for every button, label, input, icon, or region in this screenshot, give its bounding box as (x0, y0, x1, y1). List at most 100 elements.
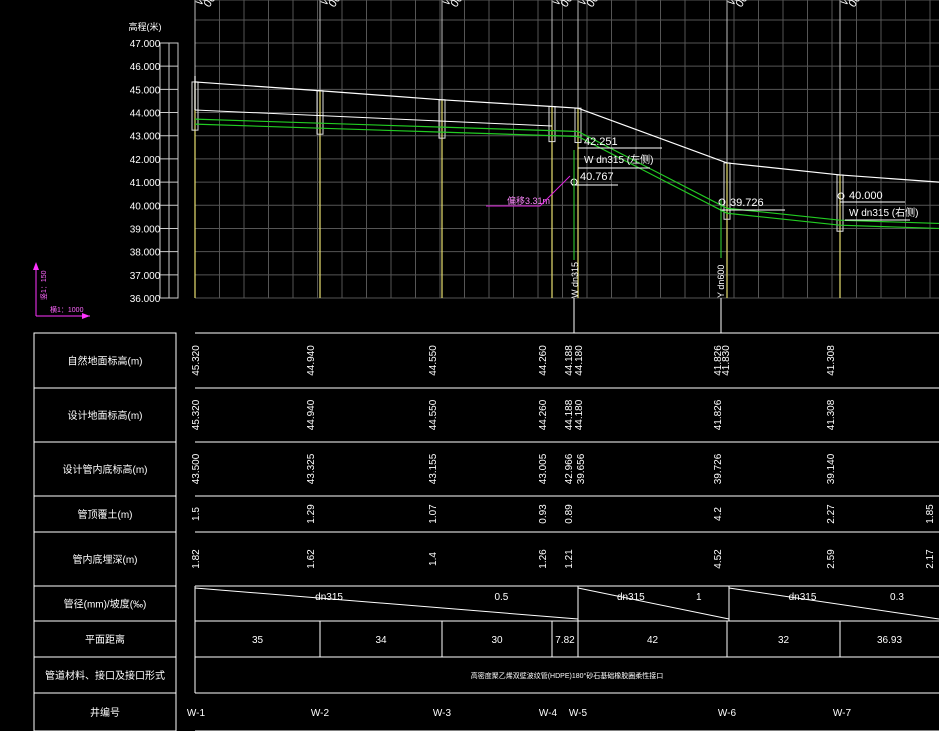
offset-label: 偏移3.31m (507, 195, 550, 206)
table-value: 1.5 (191, 507, 202, 521)
slope-diagonal (577, 587, 730, 620)
axis-tick-label: 45.000 (130, 85, 161, 96)
axis-tick-label: 41.000 (130, 178, 161, 189)
axis-tick-label: 40.000 (130, 201, 161, 212)
table-value: 44.550 (428, 345, 439, 376)
axis-tick-label: 37.000 (130, 271, 161, 282)
table-value: 0.93 (538, 504, 549, 524)
elevation-axis-title: 高程(米) (129, 21, 162, 32)
pipe-size: dn315 (315, 592, 343, 603)
table-value: 2.27 (826, 504, 837, 524)
pipe-slope: 0.5 (494, 592, 508, 603)
table-value: 1.26 (538, 549, 549, 569)
table-value: 44.940 (306, 345, 317, 376)
table-value: 44.180 (574, 345, 585, 376)
table-value: 1.29 (306, 504, 317, 524)
vertical-pipe-label-1: W dn315 (570, 262, 580, 298)
distance-value: 32 (778, 635, 790, 646)
axis-tick-label: 38.000 (130, 248, 161, 259)
table-value: 44.260 (538, 399, 549, 430)
slope-diagonal (194, 587, 579, 620)
vertical-pipe-label-2: Y dn600 (716, 265, 726, 298)
axis-tick-label: 42.000 (130, 155, 161, 166)
axis-tick-label: 36.000 (130, 294, 161, 305)
ground-line (194, 81, 939, 183)
distance-value: 35 (252, 635, 264, 646)
table-value: 39.140 (826, 453, 837, 484)
axis-tick-label: 46.000 (130, 62, 161, 73)
table-value: 45.320 (191, 399, 202, 430)
table-value: 43.155 (428, 453, 439, 484)
table-row-label: 管顶覆土(m) (78, 508, 133, 521)
table-value: 39.726 (713, 453, 724, 484)
table-value: 43.005 (538, 453, 549, 484)
table-value: 2.17 (925, 549, 936, 569)
table-row-label: 设计地面标高(m) (68, 409, 143, 422)
table-row-label: 井编号 (90, 706, 120, 719)
well-id: W-4 (539, 708, 558, 719)
cross1-bottom-elev: 40.767 (580, 171, 614, 183)
well-id: W-3 (433, 708, 452, 719)
table-value: 4.2 (713, 507, 724, 521)
table-value: 41.826 (713, 399, 724, 430)
table-value: 1.85 (925, 504, 936, 524)
table-value: 42.966 (564, 453, 575, 484)
table-value: 2.59 (826, 549, 837, 569)
table-row-label: 管内底埋深(m) (73, 553, 138, 566)
profile-drawing: 高程(米) 47.000 46.000 45.000 44.000 43.000 42.0… (33, 0, 939, 731)
pipe-bottom-line (194, 123, 939, 230)
table-row-label: 设计管内底标高(m) (63, 463, 148, 476)
data-table: 自然地面标高(m) 45.320 44.940 44.550 44.260 44.188 4… (33, 332, 939, 731)
table-value: 1.82 (191, 549, 202, 569)
axis-tick-label: 47.000 (130, 39, 161, 50)
table-value: 45.320 (191, 345, 202, 376)
cross3-pipe-label: W dn315 (右侧) (849, 206, 918, 219)
table-value: 1.07 (428, 504, 439, 524)
well-id: W-7 (833, 708, 852, 719)
distance-value: 42 (647, 635, 659, 646)
table-value: 41.308 (826, 399, 837, 430)
cross1-top-elev: 42.251 (584, 136, 618, 148)
elevation-grid (194, 0, 939, 299)
distance-value: 30 (491, 635, 503, 646)
distance-value: 36.93 (877, 635, 902, 646)
table-value: 1.4 (428, 552, 439, 566)
scale-vertical-label: 竖1：150 (39, 270, 48, 300)
well-id: W-1 (187, 708, 206, 719)
elevation-axis: 高程(米) 47.000 46.000 45.000 44.000 43.000 42.0… (129, 21, 179, 305)
pipe-size: dn315 (789, 592, 817, 603)
axis-tick-label: 44.000 (130, 109, 161, 120)
table-value: 43.500 (191, 453, 202, 484)
table-row-label: 管道材料、接口及接口形式 (45, 669, 165, 682)
pipe-top-line (194, 118, 939, 225)
table-value: 1.21 (564, 549, 575, 569)
cross1-pipe-label: W dn315 (左侧) (584, 153, 653, 166)
table-value: 44.260 (538, 345, 549, 376)
table-row-label: 自然地面标高(m) (68, 355, 143, 368)
cross2-elev: 39.726 (730, 197, 764, 209)
well-id: W-6 (718, 708, 737, 719)
well-id: W-5 (569, 708, 588, 719)
table-value: 41.308 (826, 345, 837, 376)
annotations: 42.251 W dn315 (左侧) 40.767 偏移3.31m 39.72… (486, 136, 918, 333)
scale-horizontal-label: 横1：1000 (50, 305, 84, 314)
table-row-label: 管径(mm)/坡度(‰) (64, 598, 147, 611)
manhole-stations: 06MS20W-106MS20W-206MS20W-306MS20W-406MS… (191, 0, 880, 298)
table-value: 0.89 (564, 504, 575, 524)
pipe-slope: 1 (696, 592, 702, 603)
pipe-size: dn315 (617, 592, 645, 603)
table-value: 44.550 (428, 399, 439, 430)
axis-tick-label: 43.000 (130, 132, 161, 143)
table-value: 41.830 (721, 345, 732, 376)
distance-value: 7.82 (555, 635, 575, 646)
pipe-slope: 0.3 (890, 592, 904, 603)
table-value: 44.940 (306, 399, 317, 430)
distance-value: 34 (375, 635, 387, 646)
material-text: 高密度聚乙烯双壁波纹管(HDPE)180°砂石基础橡胶圈柔性接口 (471, 671, 664, 680)
table-value: 43.325 (306, 453, 317, 484)
slope-diagonal (728, 587, 939, 620)
well-id: W-2 (311, 708, 330, 719)
table-value: 39.656 (576, 453, 587, 484)
table-value: 1.62 (306, 549, 317, 569)
table-value: 44.180 (574, 399, 585, 430)
